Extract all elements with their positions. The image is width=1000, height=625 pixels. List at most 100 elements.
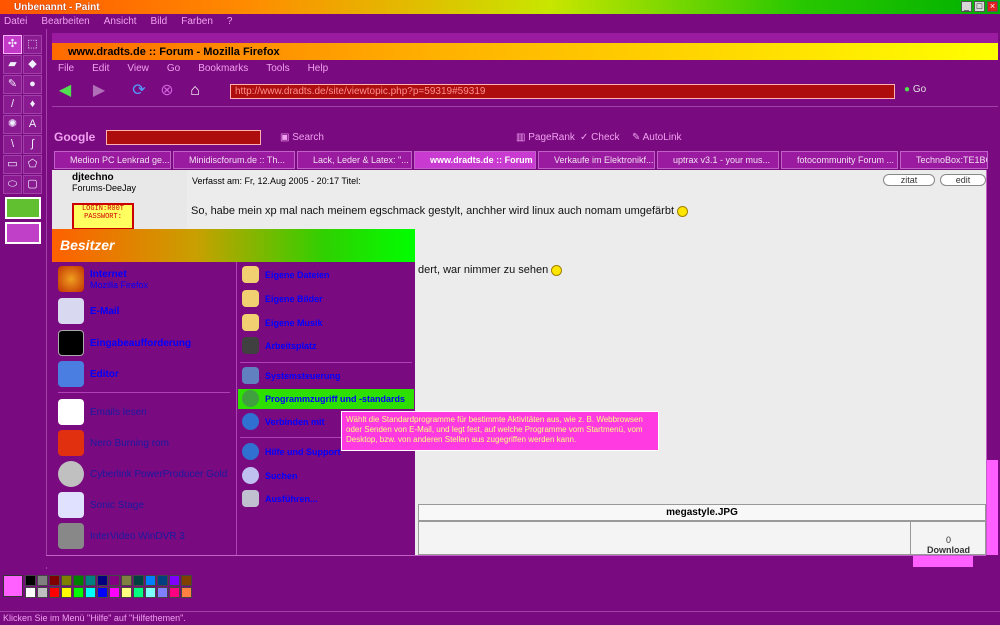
color-swatch[interactable] xyxy=(85,587,96,598)
start-item-email[interactable]: E-Mail xyxy=(58,298,119,324)
color-swatch[interactable] xyxy=(181,575,192,586)
start-item-ausfuehren[interactable]: Ausführen... xyxy=(242,490,318,507)
tab-lack-leder[interactable]: Lack, Leder & Latex: "... xyxy=(297,151,412,169)
color-swatch[interactable] xyxy=(121,587,132,598)
current-color-indicator[interactable] xyxy=(3,575,23,597)
color-swatch[interactable] xyxy=(85,575,96,586)
rectangle-tool-icon[interactable]: ▭ xyxy=(3,155,22,174)
pagerank-button[interactable]: ▥ PageRank xyxy=(516,132,575,143)
post-username[interactable]: djtechno xyxy=(72,172,114,183)
polygon-tool-icon[interactable]: ⬠ xyxy=(23,155,42,174)
tab-fotocommunity[interactable]: fotocommunity Forum ... xyxy=(781,151,898,169)
menu-file[interactable]: File xyxy=(58,63,74,74)
color-swatch[interactable] xyxy=(61,575,72,586)
start-item-powerproducer[interactable]: Cyberlink PowerProducer Gold xyxy=(58,461,227,487)
color-swatch[interactable] xyxy=(49,575,60,586)
color-swatch[interactable] xyxy=(145,587,156,598)
start-item-suchen[interactable]: Suchen xyxy=(242,467,298,484)
minimize-button[interactable]: _ xyxy=(961,1,972,12)
edit-button[interactable]: edit xyxy=(940,174,986,186)
start-item-programmzugriff[interactable]: Programmzugriff und -standards xyxy=(242,390,405,407)
horizontal-scrollbar[interactable] xyxy=(46,555,986,567)
rounded-rect-tool-icon[interactable]: ▢ xyxy=(23,175,42,194)
color-swatch[interactable] xyxy=(49,587,60,598)
color-swatch[interactable] xyxy=(109,575,120,586)
color-swatch[interactable] xyxy=(181,587,192,598)
menu-tools[interactable]: Tools xyxy=(266,63,289,74)
tab-dradts[interactable]: www.dradts.de :: Forum xyxy=(414,151,536,169)
menu-bookmarks[interactable]: Bookmarks xyxy=(198,63,248,74)
color-swatch[interactable] xyxy=(169,587,180,598)
start-item-eigene-bilder[interactable]: Eigene Bilder xyxy=(242,290,323,307)
color-swatch[interactable] xyxy=(145,575,156,586)
google-search-input[interactable] xyxy=(106,130,261,145)
start-item-editor[interactable]: Editor xyxy=(58,361,119,387)
free-select-tool-icon[interactable]: ✣ xyxy=(3,35,22,54)
back-arrow-icon[interactable]: ◀ xyxy=(54,81,76,101)
quote-button[interactable]: zitat xyxy=(883,174,935,186)
text-tool-icon[interactable]: A xyxy=(23,115,42,134)
color-swatch[interactable] xyxy=(121,575,132,586)
color-swatch[interactable] xyxy=(97,587,108,598)
color-swatch[interactable] xyxy=(61,587,72,598)
autolink-button[interactable]: ✎ AutoLink xyxy=(632,132,682,143)
opaque-mode-icon[interactable] xyxy=(5,197,41,219)
color-swatch[interactable] xyxy=(133,575,144,586)
start-item-systemsteuerung[interactable]: Systemsteuerung xyxy=(242,367,341,384)
download-link[interactable]: Download xyxy=(927,545,970,555)
start-item-verbinden[interactable]: Verbinden mit xyxy=(242,413,325,430)
menu-bearbeiten[interactable]: Bearbeiten xyxy=(41,16,89,27)
start-item-eigene-dateien[interactable]: Eigene Dateien xyxy=(242,266,330,283)
color-swatch[interactable] xyxy=(169,575,180,586)
start-item-eigene-musik[interactable]: Eigene Musik xyxy=(242,314,323,331)
tab-uptrax[interactable]: uptrax v3.1 - your mus... xyxy=(657,151,779,169)
transparent-mode-icon[interactable] xyxy=(5,222,41,244)
menu-help-ff[interactable]: Help xyxy=(308,63,329,74)
tab-medion[interactable]: Medion PC Lenkrad ge... xyxy=(54,151,171,169)
pencil-tool-icon[interactable]: / xyxy=(3,95,22,114)
go-button[interactable]: ● Go xyxy=(904,84,934,99)
color-swatch[interactable] xyxy=(97,575,108,586)
color-swatch[interactable] xyxy=(133,587,144,598)
color-swatch[interactable] xyxy=(157,587,168,598)
check-button[interactable]: ✓ Check xyxy=(580,132,620,143)
color-picker-tool-icon[interactable]: ✎ xyxy=(3,75,22,94)
start-item-windvr[interactable]: InterVideo WinDVR 3 xyxy=(58,523,185,549)
menu-bild[interactable]: Bild xyxy=(151,16,168,27)
start-item-cmd[interactable]: Eingabeaufforderung xyxy=(58,330,191,356)
start-item-hilfe[interactable]: Hilfe und Support xyxy=(242,443,341,460)
brush-tool-icon[interactable]: ♦ xyxy=(23,95,42,114)
download-cell[interactable]: 0 Download xyxy=(910,521,986,555)
menu-ansicht[interactable]: Ansicht xyxy=(104,16,137,27)
color-swatch[interactable] xyxy=(73,587,84,598)
ellipse-tool-icon[interactable]: ⬭ xyxy=(3,175,22,194)
color-swatch[interactable] xyxy=(25,575,36,586)
color-swatch[interactable] xyxy=(157,575,168,586)
forward-arrow-icon[interactable]: ▶ xyxy=(88,81,110,101)
color-swatch[interactable] xyxy=(25,587,36,598)
maximize-button[interactable]: □ xyxy=(974,1,985,12)
reload-icon[interactable]: ⟳ xyxy=(128,81,150,101)
menu-view[interactable]: View xyxy=(127,63,149,74)
start-item-emails[interactable]: Emails lesen xyxy=(58,399,147,425)
tab-technobox[interactable]: TechnoBox:TE1BO xyxy=(900,151,988,169)
color-swatch[interactable] xyxy=(109,587,120,598)
menu-datei[interactable]: Datei xyxy=(4,16,27,27)
start-item-nero[interactable]: Nero Burning rom xyxy=(58,430,169,456)
magnifier-tool-icon[interactable]: ● xyxy=(23,75,42,94)
fill-tool-icon[interactable]: ◆ xyxy=(23,55,42,74)
color-swatch[interactable] xyxy=(37,575,48,586)
menu-farben[interactable]: Farben xyxy=(181,16,213,27)
color-swatch[interactable] xyxy=(37,587,48,598)
close-button[interactable]: × xyxy=(987,1,998,12)
menu-go[interactable]: Go xyxy=(167,63,180,74)
vertical-scroll-thumb[interactable] xyxy=(987,460,998,555)
stop-icon[interactable]: ⊗ xyxy=(156,81,178,101)
line-tool-icon[interactable]: \ xyxy=(3,135,22,154)
airbrush-tool-icon[interactable]: ✺ xyxy=(3,115,22,134)
tab-verkaufe[interactable]: Verkaufe im Elektronikf... xyxy=(538,151,655,169)
eraser-tool-icon[interactable]: ▰ xyxy=(3,55,22,74)
url-bar[interactable]: http://www.dradts.de/site/viewtopic.php?… xyxy=(230,84,895,99)
start-item-internet[interactable]: Internet Mozilla Firefox xyxy=(58,266,148,292)
home-icon[interactable]: ⌂ xyxy=(184,81,206,101)
